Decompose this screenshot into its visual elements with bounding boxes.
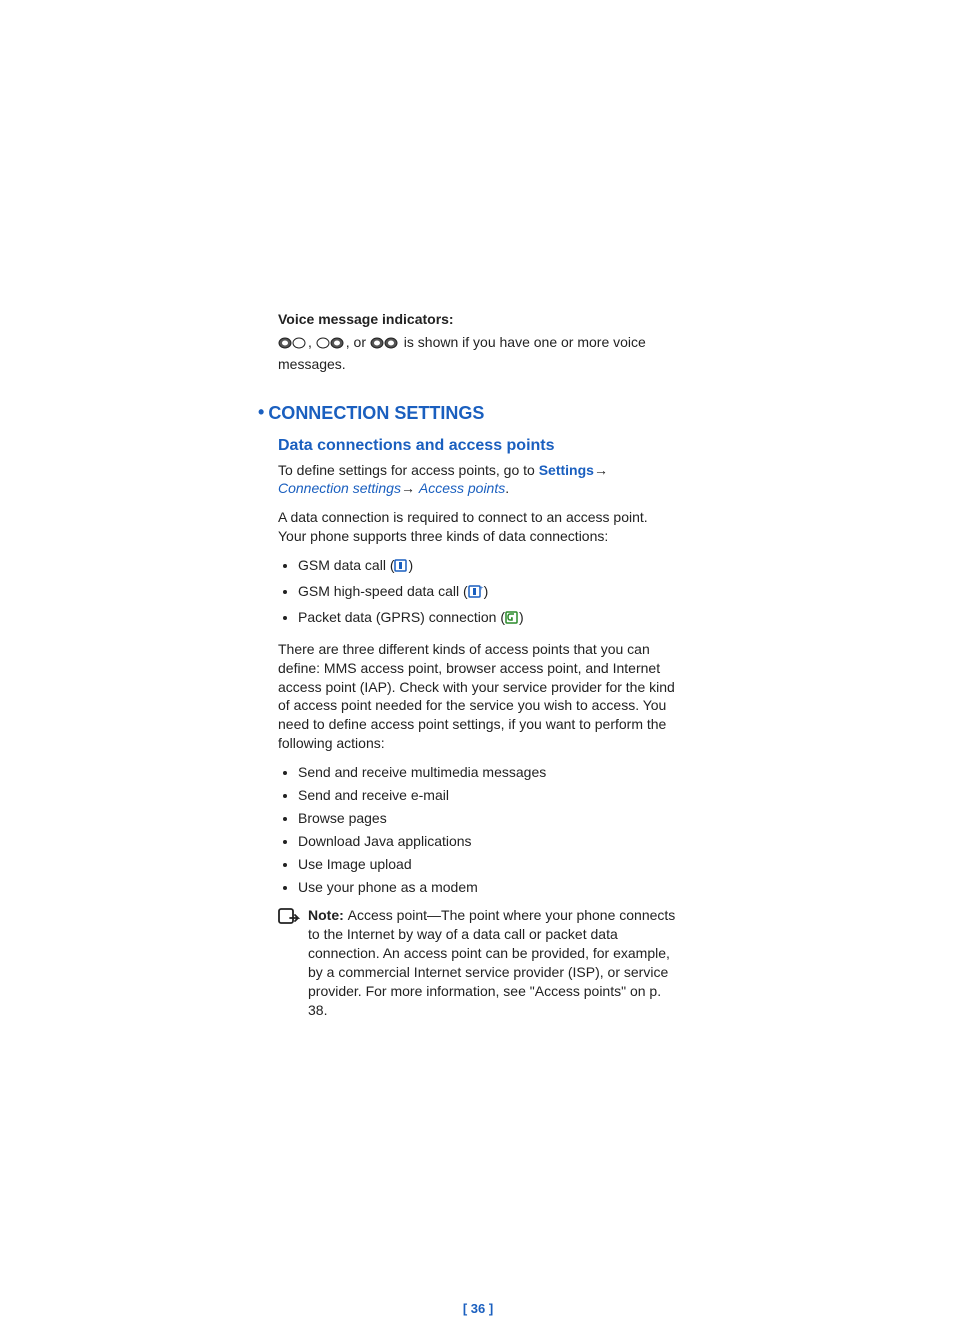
- list-item: Send and receive multimedia messages: [298, 763, 678, 782]
- note-text: Note: Access point—The point where your …: [308, 906, 678, 1019]
- note-icon: [278, 908, 300, 931]
- list-item: GSM data call (): [298, 556, 678, 578]
- section-title-text: CONNECTION SETTINGS: [268, 403, 484, 423]
- section-heading-connection-settings: •CONNECTION SETTINGS: [278, 400, 678, 425]
- voice-sep2: , or: [346, 334, 370, 350]
- page-number: [ 36 ]: [278, 1300, 678, 1318]
- para-data-connection-required: A data connection is required to connect…: [278, 508, 678, 546]
- list-item: Browse pages: [298, 809, 678, 828]
- para-access-points: There are three different kinds of acces…: [278, 640, 678, 753]
- voice-indicators-label: Voice message indicators:: [278, 310, 678, 329]
- link-connection-settings[interactable]: Connection settings: [278, 480, 401, 496]
- gprs-icon: [505, 611, 519, 630]
- link-settings[interactable]: Settings: [539, 462, 594, 478]
- connection-types-list: GSM data call () GSM high-speed data cal…: [278, 556, 678, 630]
- conn-item-post: ): [484, 583, 489, 599]
- list-item: GSM high-speed data call (+): [298, 582, 678, 604]
- define-settings-paragraph: To define settings for access points, go…: [278, 461, 678, 499]
- list-item: Use your phone as a modem: [298, 878, 678, 897]
- arrow-2: →: [401, 480, 415, 496]
- conn-item-pre: GSM high-speed data call (: [298, 583, 468, 599]
- list-item: Use Image upload: [298, 855, 678, 874]
- conn-item-post: ): [519, 609, 524, 625]
- actions-list: Send and receive multimedia messages Sen…: [278, 763, 678, 896]
- list-item: Send and receive e-mail: [298, 786, 678, 805]
- voice-sep1: ,: [308, 334, 316, 350]
- section-bullet-icon: •: [258, 402, 268, 422]
- voicemail-icon-off-on: [316, 336, 346, 355]
- voicemail-icon-both-on-off: [278, 336, 308, 355]
- note-block: Note: Access point—The point where your …: [278, 906, 678, 1019]
- define-prefix: To define settings for access points, go…: [278, 462, 539, 478]
- link-access-points[interactable]: Access points: [419, 480, 505, 496]
- sub-heading-data-connections: Data connections and access points: [278, 435, 678, 457]
- period: .: [505, 480, 509, 496]
- note-body: Access point—The point where your phone …: [308, 907, 675, 1017]
- voicemail-icon-both-on: [370, 336, 400, 355]
- gsm-highspeed-icon: +: [468, 585, 484, 604]
- list-item: Packet data (GPRS) connection (): [298, 608, 678, 630]
- conn-item-post: ): [408, 557, 413, 573]
- voice-indicators-line: , , or is shown if you have one or more …: [278, 333, 678, 374]
- conn-item-pre: Packet data (GPRS) connection (: [298, 609, 505, 625]
- note-label: Note:: [308, 907, 348, 923]
- gsm-data-icon: [394, 559, 408, 578]
- conn-item-pre: GSM data call (: [298, 557, 394, 573]
- list-item: Download Java applications: [298, 832, 678, 851]
- arrow-1: →: [594, 462, 608, 478]
